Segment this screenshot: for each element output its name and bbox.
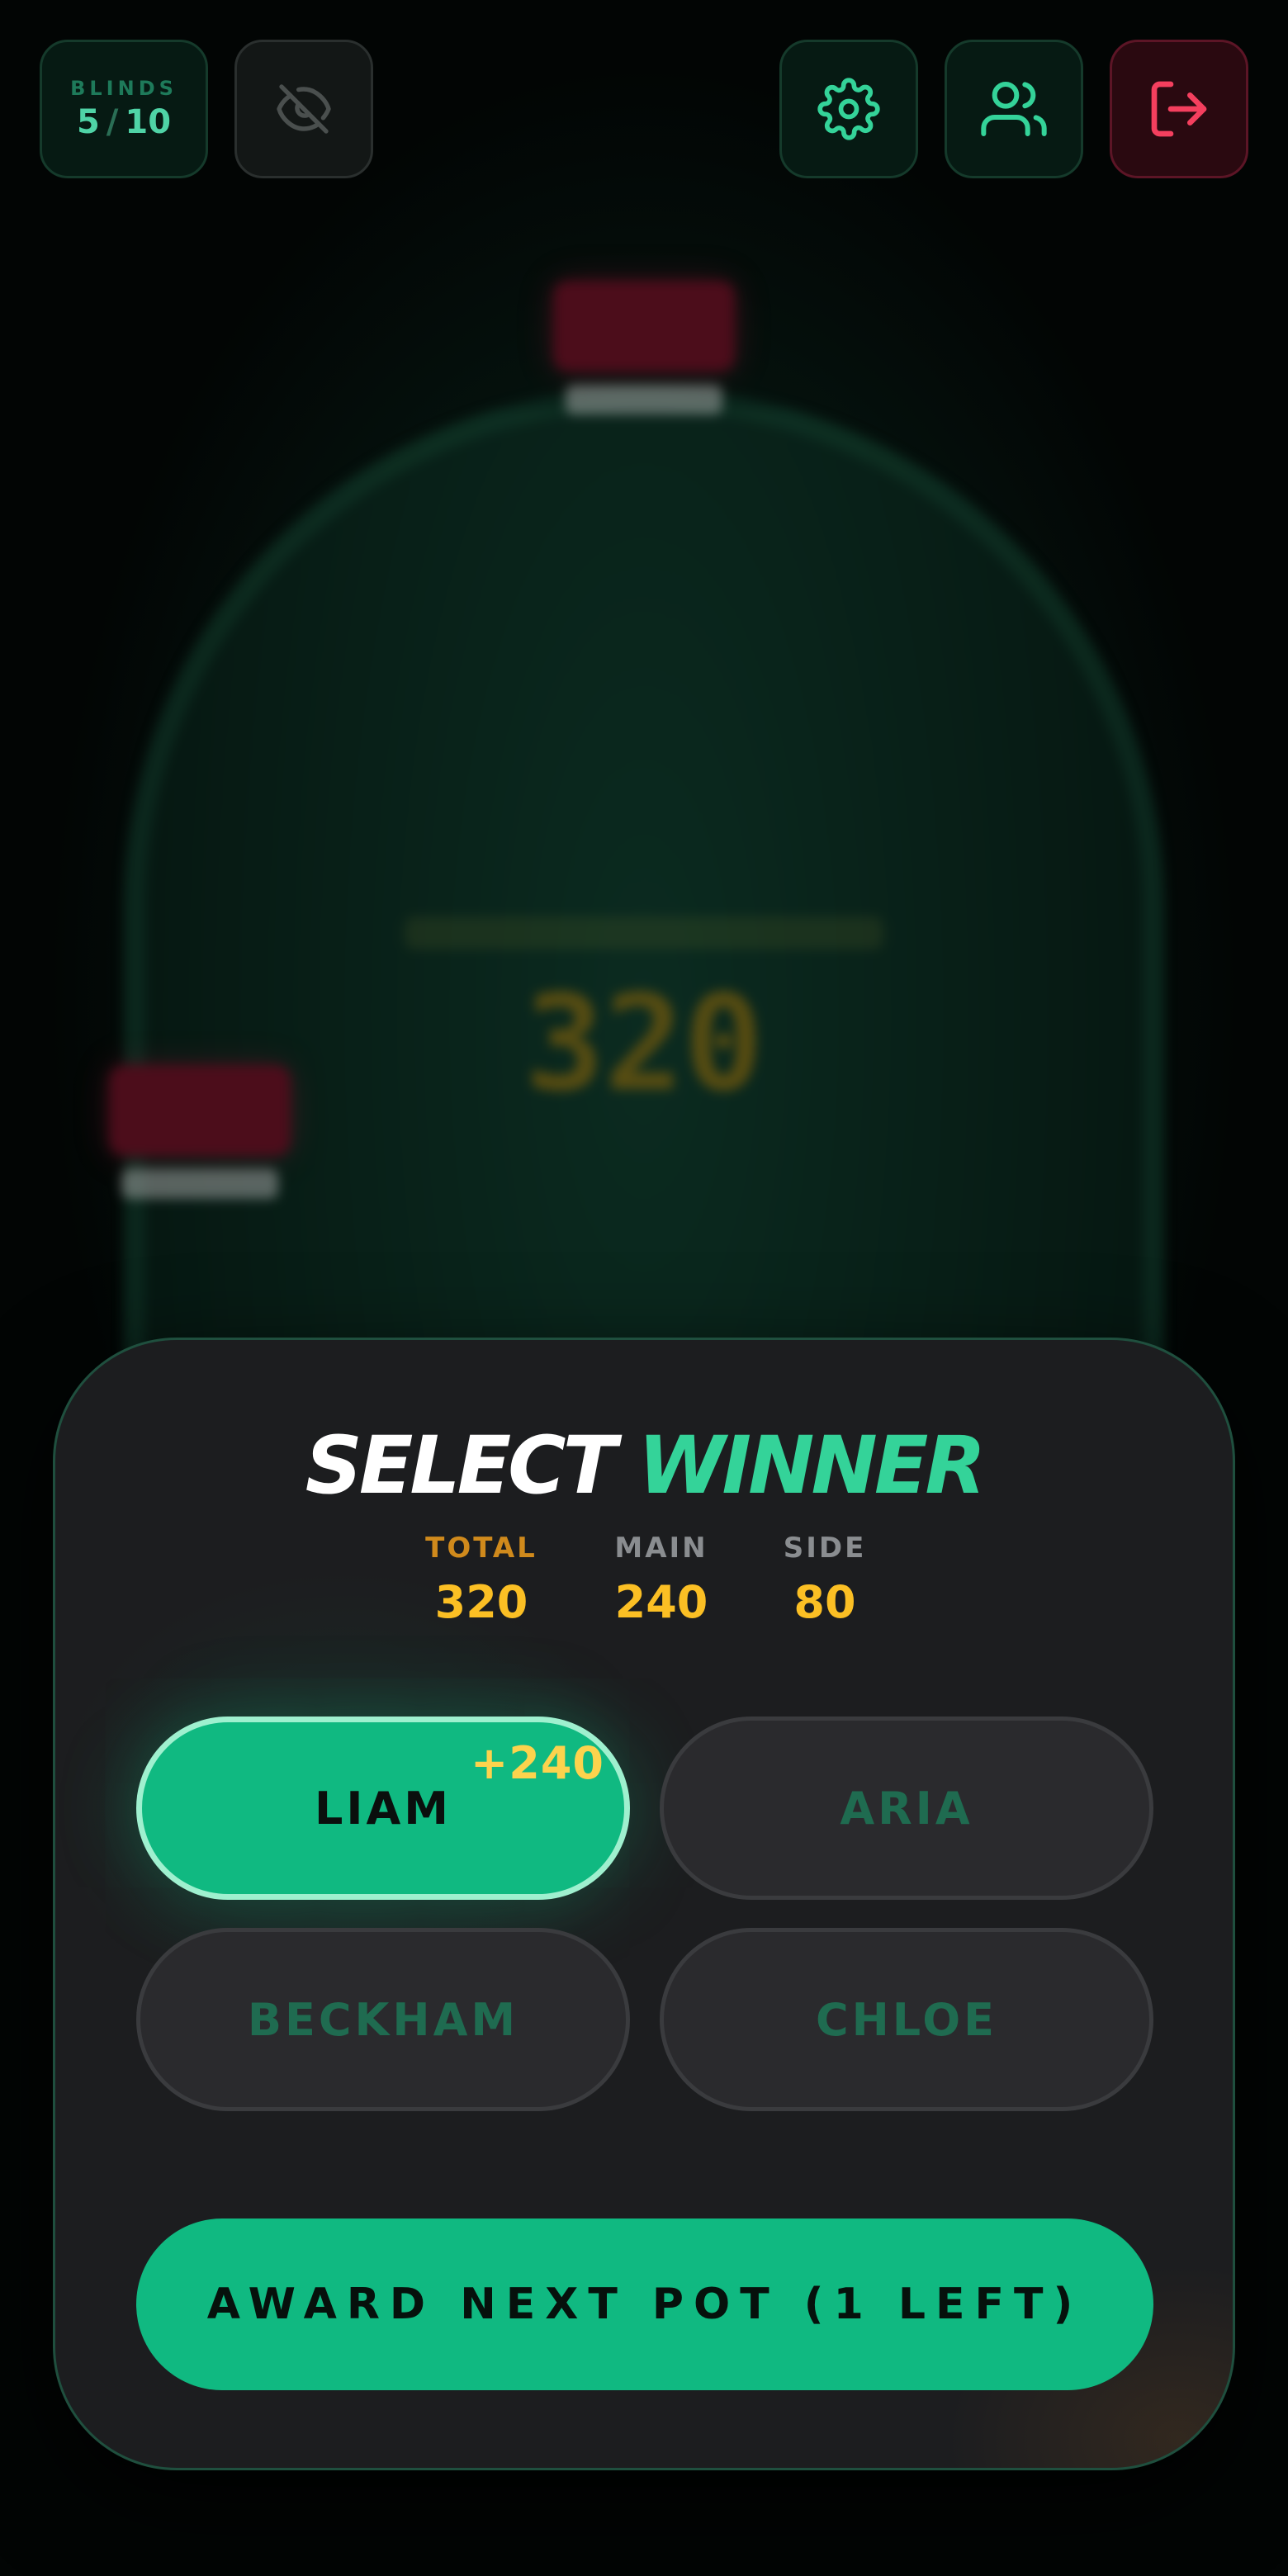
player-name: CHLOE <box>815 1993 998 2046</box>
users-icon <box>981 82 1047 136</box>
seat-name-bar <box>566 385 722 414</box>
exit-button[interactable] <box>1110 40 1248 178</box>
blinds-label: BLINDS <box>70 77 178 100</box>
poker-table-screen: 320 BLINDS 5/10 SELECT WINNER TOTAL 320 … <box>0 0 1288 2576</box>
stat-total-value: 320 <box>434 1576 528 1628</box>
toggle-visibility-button[interactable] <box>234 40 373 178</box>
player-button-beckham[interactable]: BECKHAM <box>136 1928 630 2111</box>
stat-main-value: 240 <box>614 1576 708 1628</box>
eye-off-icon <box>277 84 331 134</box>
player-button-aria[interactable]: ARIA <box>660 1717 1153 1900</box>
seat-stack <box>553 436 735 477</box>
stat-main: MAIN 240 <box>579 1532 744 1628</box>
blinds-indicator[interactable]: BLINDS 5/10 <box>40 40 208 178</box>
stat-side-label: SIDE <box>783 1532 867 1565</box>
title-select: SELECT <box>305 1419 617 1512</box>
player-name: LIAM <box>314 1782 452 1835</box>
modal-title: SELECT WINNER <box>55 1419 1233 1512</box>
small-blind: 5 <box>76 103 100 141</box>
player-name: BECKHAM <box>247 1993 519 2046</box>
stat-total-label: TOTAL <box>425 1532 537 1565</box>
players-button[interactable] <box>945 40 1083 178</box>
seat-avatar <box>553 281 735 372</box>
seat-stack <box>109 1220 291 1262</box>
big-blind: 10 <box>125 103 172 141</box>
blinds-value: 5/10 <box>77 103 171 141</box>
award-next-pot-button[interactable]: AWARD NEXT POT (1 LEFT) <box>136 2218 1153 2390</box>
player-button-liam[interactable]: LIAM +240 <box>136 1717 630 1900</box>
stat-side-value: 80 <box>793 1576 856 1628</box>
seat-top <box>553 281 735 477</box>
stat-total: TOTAL 320 <box>399 1532 564 1628</box>
gear-icon <box>817 78 880 140</box>
stat-side: SIDE 80 <box>742 1532 907 1628</box>
seat-name-bar <box>121 1169 278 1199</box>
player-button-chloe[interactable]: CHLOE <box>660 1928 1153 2111</box>
log-out-icon <box>1151 81 1207 137</box>
pot-label <box>405 916 883 949</box>
select-winner-modal: SELECT WINNER TOTAL 320 MAIN 240 SIDE 80… <box>53 1338 1235 2470</box>
player-name: ARIA <box>840 1782 973 1835</box>
title-winner: WINNER <box>637 1419 987 1512</box>
blinds-separator: / <box>106 103 119 141</box>
settings-button[interactable] <box>779 40 918 178</box>
pot-amount: 320 <box>524 966 764 1120</box>
award-amount-badge: +240 <box>471 1737 604 1789</box>
stat-main-label: MAIN <box>614 1532 708 1565</box>
